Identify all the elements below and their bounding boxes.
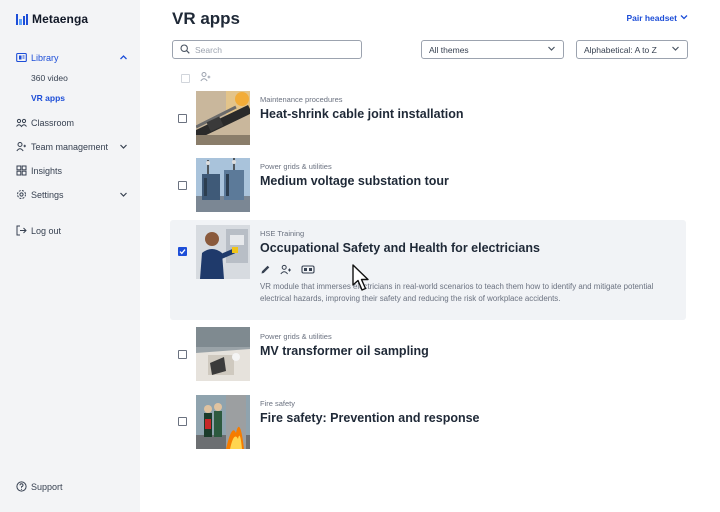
row-checkbox[interactable] <box>178 417 187 426</box>
chevron-up-icon[interactable] <box>119 53 128 64</box>
row-checkbox-checked[interactable] <box>178 247 187 256</box>
classroom-icon <box>16 117 27 128</box>
pencil-icon[interactable] <box>260 262 271 280</box>
app-row[interactable]: Maintenance procedures Heat-shrink cable… <box>170 90 686 146</box>
app-row[interactable]: Power grids & utilities MV transformer o… <box>170 327 686 383</box>
sidebar-item-label: Classroom <box>31 117 75 128</box>
sidebar-item-label: Settings <box>31 189 64 200</box>
chevron-down-icon <box>671 44 680 55</box>
sidebar-subitem-360-video[interactable]: 360 video <box>31 73 68 83</box>
logo[interactable]: Metaenga <box>16 12 88 26</box>
search-box[interactable] <box>172 40 362 59</box>
sidebar-subitem-vr-apps[interactable]: VR apps <box>31 93 65 103</box>
sidebar: Metaenga Library 360 video VR apps Class… <box>0 0 140 512</box>
app-description: VR module that immerses electricians in … <box>260 282 654 303</box>
bulk-actions-row <box>181 69 211 87</box>
app-thumbnail <box>196 395 250 449</box>
select-all-checkbox[interactable] <box>181 73 190 83</box>
main-content: VR apps Pair headset All themes Alphabet… <box>140 0 720 512</box>
logout-icon <box>16 225 27 236</box>
app-row-selected[interactable]: HSE Training Occupational Safety and Hea… <box>170 220 686 320</box>
app-title[interactable]: Occupational Safety and Health for elect… <box>260 241 540 255</box>
library-icon <box>16 52 27 63</box>
sort-select[interactable]: Alphabetical: A to Z <box>576 40 688 59</box>
sidebar-item-logout[interactable]: Log out <box>16 225 128 236</box>
brand-name: Metaenga <box>32 12 89 26</box>
chevron-down-icon[interactable] <box>119 190 128 201</box>
app-row[interactable]: Fire safety Fire safety: Prevention and … <box>170 394 686 450</box>
help-icon <box>16 481 27 492</box>
sidebar-item-label: Library <box>31 52 59 63</box>
app-thumbnail <box>196 327 250 381</box>
sidebar-item-library[interactable]: Library <box>16 52 128 63</box>
app-thumbnail <box>196 158 250 212</box>
row-checkbox[interactable] <box>178 350 187 359</box>
theme-select-value: All themes <box>429 44 469 55</box>
sidebar-item-label: Support <box>31 481 63 492</box>
row-actions <box>260 262 315 280</box>
assign-user-icon[interactable] <box>200 69 211 87</box>
assign-user-icon[interactable] <box>280 262 292 280</box>
row-checkbox[interactable] <box>178 181 187 190</box>
row-checkbox[interactable] <box>178 114 187 123</box>
app-row[interactable]: Power grids & utilities Medium voltage s… <box>170 157 686 213</box>
sidebar-item-label: Team management <box>31 141 109 152</box>
sidebar-item-label: Insights <box>31 165 63 176</box>
app-category: Maintenance procedures <box>260 95 343 104</box>
app-category: Power grids & utilities <box>260 332 332 341</box>
app-title[interactable]: Fire safety: Prevention and response <box>260 411 480 425</box>
sidebar-item-support[interactable]: Support <box>16 481 128 492</box>
logo-icon <box>16 13 28 25</box>
app-title[interactable]: Heat-shrink cable joint installation <box>260 107 464 121</box>
sidebar-item-label: Log out <box>31 225 62 236</box>
insights-icon <box>16 165 27 176</box>
app-category: Power grids & utilities <box>260 162 332 171</box>
app-category: Fire safety <box>260 399 296 408</box>
app-thumbnail <box>196 91 250 145</box>
app-category: HSE Training <box>260 229 305 238</box>
sidebar-item-classroom[interactable]: Classroom <box>16 117 128 128</box>
app-thumbnail <box>196 225 250 279</box>
pair-headset-label: Pair headset <box>626 13 677 23</box>
sort-select-value: Alphabetical: A to Z <box>584 44 657 55</box>
sidebar-item-team-management[interactable]: Team management <box>16 141 128 152</box>
gear-icon <box>16 189 27 200</box>
page-title: VR apps <box>172 9 241 28</box>
chevron-down-icon[interactable] <box>119 142 128 153</box>
app-title[interactable]: MV transformer oil sampling <box>260 344 429 358</box>
vr-headset-icon[interactable] <box>301 262 315 280</box>
team-icon <box>16 141 27 152</box>
theme-select[interactable]: All themes <box>421 40 564 59</box>
chevron-down-icon <box>680 13 688 23</box>
app-title[interactable]: Medium voltage substation tour <box>260 174 449 188</box>
sidebar-item-insights[interactable]: Insights <box>16 165 128 176</box>
sidebar-item-settings[interactable]: Settings <box>16 189 128 200</box>
chevron-down-icon <box>547 44 556 55</box>
pair-headset-button[interactable]: Pair headset <box>626 13 688 23</box>
search-input[interactable] <box>195 44 355 55</box>
search-icon <box>180 41 190 59</box>
mouse-cursor-icon <box>352 264 374 297</box>
